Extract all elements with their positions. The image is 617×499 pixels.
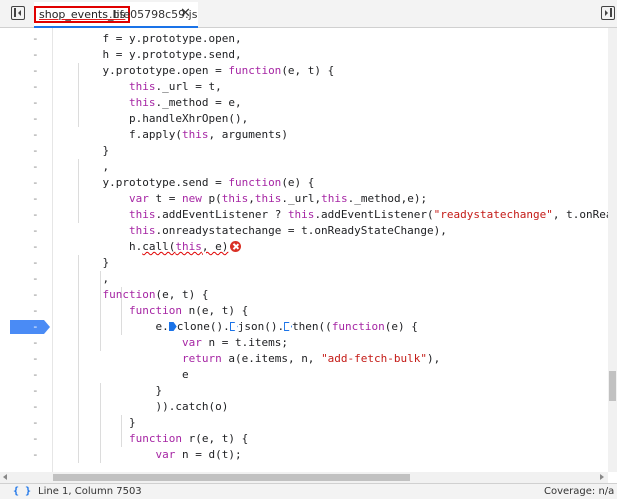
status-bar: { } Line 1, Column 7503 Coverage: n/a xyxy=(0,483,617,499)
code-line: - } xyxy=(32,416,136,429)
code-line: - var n = d(t); xyxy=(32,448,242,461)
editor-tab-bar: shop_events_lis .bfe05798c59.js ✕ xyxy=(0,0,617,28)
code-line: - function(e, t) { xyxy=(32,288,209,301)
code-line-breakpoint: - e. clone(). json(). then((function(e) { xyxy=(0,319,608,335)
horizontal-scrollbar[interactable] xyxy=(0,472,608,483)
vertical-scrollbar-thumb[interactable] xyxy=(609,371,616,401)
code-line: - )).catch(o) xyxy=(32,400,229,413)
code-line: - var n = t.items; xyxy=(32,336,288,349)
code-line: - this._url = t, xyxy=(32,80,222,93)
code-editor[interactable]: - f = y.prototype.open, - h = y.prototyp… xyxy=(0,28,608,472)
continue-marker-icon[interactable] xyxy=(168,322,177,331)
horizontal-scrollbar-thumb[interactable] xyxy=(53,474,410,481)
code-line: - this.onreadystatechange = t.onReadySta… xyxy=(32,224,447,237)
code-line: - } xyxy=(32,144,110,157)
code-line-error: - h.call(this, e) xyxy=(0,239,608,255)
curly-braces-icon[interactable]: { } xyxy=(13,485,31,498)
continue-marker-icon[interactable] xyxy=(229,322,238,331)
code-line: - y.prototype.open = function(e, t) { xyxy=(32,64,335,77)
code-line: - p.handleXhrOpen(), xyxy=(32,112,249,125)
tab-file[interactable]: shop_events_lis .bfe05798c59.js ✕ xyxy=(34,2,198,28)
code-line: - } xyxy=(32,256,110,269)
close-tab-icon[interactable]: ✕ xyxy=(180,6,191,21)
cursor-position: Line 1, Column 7503 xyxy=(38,486,142,497)
code-line: - } xyxy=(32,384,163,397)
continue-marker-icon[interactable] xyxy=(284,322,293,331)
coverage-status[interactable]: Coverage: n/a xyxy=(544,485,614,498)
code-line: - var t = new p(this,this._url,this._met… xyxy=(32,192,428,205)
code-line: - return a(e.items, n, "add-fetch-bulk")… xyxy=(32,352,441,365)
vertical-scrollbar[interactable] xyxy=(608,28,617,472)
code-line: - function r(e, t) { xyxy=(32,432,249,445)
toggle-debugger-icon[interactable] xyxy=(601,6,615,20)
code-line: - , xyxy=(32,160,110,173)
code-line: - function n(e, t) { xyxy=(32,304,249,317)
scroll-right-icon[interactable] xyxy=(600,474,604,480)
scroll-left-icon[interactable] xyxy=(3,474,7,480)
error-circle-icon[interactable] xyxy=(230,241,242,252)
code-line: - y.prototype.send = function(e) { xyxy=(32,176,315,189)
code-line: - h = y.prototype.send, xyxy=(32,48,242,61)
code-line: - f = y.prototype.open, xyxy=(32,32,242,45)
code-line: - this.addEventListener ? this.addEventL… xyxy=(32,208,608,221)
code-line: - , xyxy=(32,272,110,285)
code-line: - f.apply(this, arguments) xyxy=(32,128,288,141)
code-line: - e xyxy=(32,368,189,381)
breakpoint-marker[interactable]: - xyxy=(10,320,50,334)
code-line: - this._method = e, xyxy=(32,96,242,109)
toggle-navigator-icon[interactable] xyxy=(11,6,25,20)
